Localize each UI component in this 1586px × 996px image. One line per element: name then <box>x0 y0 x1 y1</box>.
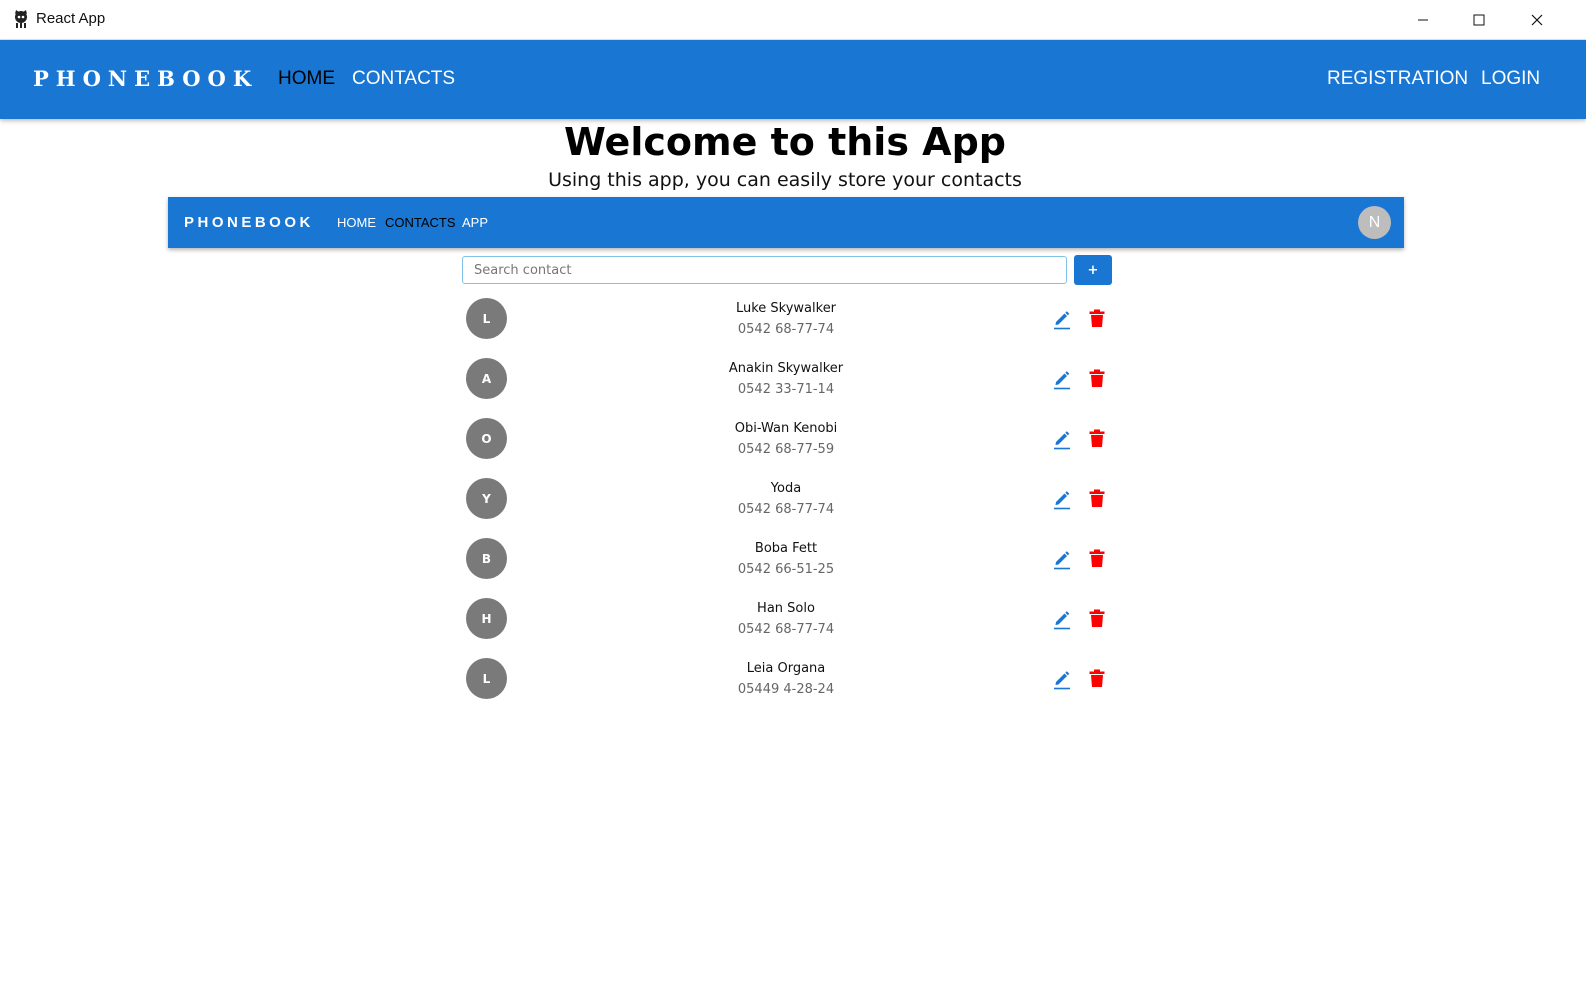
contact-avatar: H <box>466 598 507 639</box>
user-avatar[interactable]: N <box>1358 206 1391 239</box>
inner-navbar: PHONEBOOK HOME CONTACTS APP N <box>168 197 1404 248</box>
octocat-icon <box>12 9 30 29</box>
inner-nav-app-link[interactable]: APP <box>462 215 488 230</box>
inner-nav-contacts-link[interactable]: CONTACTS <box>385 215 456 230</box>
search-input[interactable] <box>462 256 1067 284</box>
delete-contact-button[interactable] <box>1088 608 1106 630</box>
window-title: React App <box>36 10 106 27</box>
contact-phone: 0542 33-71-14 <box>737 382 835 397</box>
contact-avatar: L <box>466 298 507 339</box>
contact-row: L Leia Organa 05449 4-28-24 <box>462 649 1112 709</box>
registration-link[interactable]: REGISTRATION <box>1327 68 1468 90</box>
contact-row: A Anakin Skywalker 0542 33-71-14 <box>462 349 1112 409</box>
page-subtitle: Using this app, you can easily store you… <box>548 169 1022 191</box>
pencil-icon <box>1054 671 1070 690</box>
contact-name: Luke Skywalker <box>735 301 837 316</box>
close-button[interactable] <box>1509 0 1565 40</box>
edit-contact-button[interactable] <box>1052 608 1072 630</box>
pencil-icon <box>1054 311 1070 330</box>
delete-contact-button[interactable] <box>1088 428 1106 450</box>
nav-contacts-link[interactable]: CONTACTS <box>352 68 455 90</box>
contact-phone: 0542 66-51-25 <box>737 562 835 577</box>
minimize-button[interactable] <box>1395 0 1451 40</box>
trash-icon <box>1089 369 1105 387</box>
trash-icon <box>1089 429 1105 447</box>
contact-name: Boba Fett <box>754 541 818 556</box>
contact-row: L Luke Skywalker 0542 68-77-74 <box>462 289 1112 349</box>
contact-avatar: Y <box>466 478 507 519</box>
edit-contact-button[interactable] <box>1052 308 1072 330</box>
trash-icon <box>1089 549 1105 567</box>
close-icon <box>1531 14 1543 26</box>
login-link[interactable]: LOGIN <box>1481 68 1540 90</box>
contact-name: Obi-Wan Kenobi <box>734 421 838 436</box>
page-title: Welcome to this App <box>564 120 1006 164</box>
main-navbar: PHONEBOOK HOME CONTACTS REGISTRATION LOG… <box>0 40 1586 119</box>
window-titlebar: React App <box>0 0 1586 40</box>
add-contact-button[interactable]: + <box>1074 255 1112 285</box>
contact-avatar: A <box>466 358 507 399</box>
contact-avatar: O <box>466 418 507 459</box>
pencil-icon <box>1054 551 1070 570</box>
pencil-icon <box>1054 491 1070 510</box>
contact-name: Anakin Skywalker <box>728 361 844 376</box>
trash-icon <box>1089 669 1105 687</box>
maximize-icon <box>1473 14 1485 26</box>
brand-logo[interactable]: PHONEBOOK <box>33 66 258 91</box>
delete-contact-button[interactable] <box>1088 548 1106 570</box>
pencil-icon <box>1054 611 1070 630</box>
inner-nav-home-link[interactable]: HOME <box>337 215 376 230</box>
pencil-icon <box>1054 371 1070 390</box>
nav-home-link[interactable]: HOME <box>278 68 335 90</box>
contact-phone: 0542 68-77-74 <box>737 322 835 337</box>
contact-phone: 0542 68-77-59 <box>737 442 835 457</box>
contact-row: O Obi-Wan Kenobi 0542 68-77-59 <box>462 409 1112 469</box>
delete-contact-button[interactable] <box>1088 488 1106 510</box>
delete-contact-button[interactable] <box>1088 308 1106 330</box>
contact-row: Y Yoda 0542 68-77-74 <box>462 469 1112 529</box>
pencil-icon <box>1054 431 1070 450</box>
contact-phone: 0542 68-77-74 <box>737 502 835 517</box>
contact-name: Yoda <box>770 481 802 496</box>
contact-name: Han Solo <box>757 601 815 616</box>
trash-icon <box>1089 309 1105 327</box>
delete-contact-button[interactable] <box>1088 368 1106 390</box>
edit-contact-button[interactable] <box>1052 428 1072 450</box>
edit-contact-button[interactable] <box>1052 548 1072 570</box>
inner-brand-logo[interactable]: PHONEBOOK <box>184 214 314 231</box>
minimize-icon <box>1418 19 1428 21</box>
edit-contact-button[interactable] <box>1052 668 1072 690</box>
contact-row: H Han Solo 0542 68-77-74 <box>462 589 1112 649</box>
trash-icon <box>1089 489 1105 507</box>
contact-row: B Boba Fett 0542 66-51-25 <box>462 529 1112 589</box>
contact-avatar: L <box>466 658 507 699</box>
contact-avatar: B <box>466 538 507 579</box>
contact-list: L Luke Skywalker 0542 68-77-74 A Anakin … <box>462 289 1112 709</box>
edit-contact-button[interactable] <box>1052 368 1072 390</box>
contact-phone: 0542 68-77-74 <box>737 622 835 637</box>
edit-contact-button[interactable] <box>1052 488 1072 510</box>
contact-name: Leia Organa <box>746 661 826 676</box>
contact-phone: 05449 4-28-24 <box>737 682 835 697</box>
delete-contact-button[interactable] <box>1088 668 1106 690</box>
trash-icon <box>1089 609 1105 627</box>
maximize-button[interactable] <box>1451 0 1507 40</box>
